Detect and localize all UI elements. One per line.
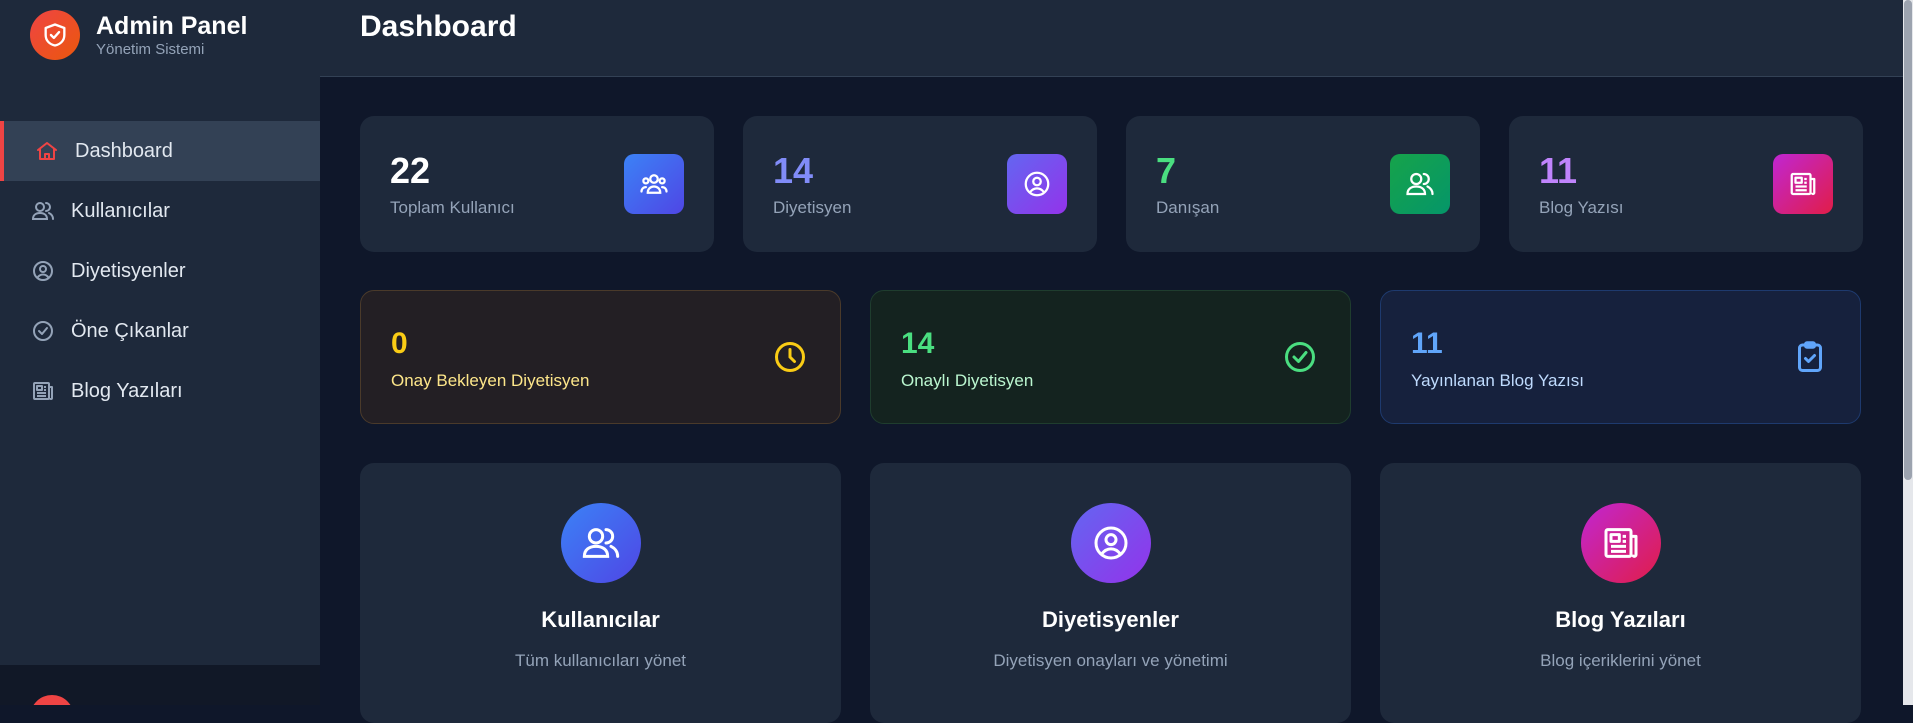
stat-label: Danışan	[1156, 198, 1220, 217]
feature-card-dietitians[interactable]: Diyetisyenler Diyetisyen onayları ve yön…	[870, 463, 1351, 723]
feature-description: Diyetisyen onayları ve yönetimi	[993, 651, 1228, 670]
feature-description: Tüm kullanıcıları yönet	[514, 651, 686, 670]
newspaper-icon	[30, 378, 56, 404]
status-card-published[interactable]: 11 Yayınlanan Blog Yazısı	[1380, 290, 1861, 424]
stat-label: Toplam Kullanıcı	[390, 198, 515, 217]
sidebar-item-label: Blog Yazıları	[71, 379, 183, 402]
avatar[interactable]	[30, 695, 74, 705]
stat-value: 14	[773, 150, 814, 191]
feature-description: Blog içeriklerini yönet	[1540, 651, 1701, 670]
status-label: Onay Bekleyen Diyetisyen	[391, 371, 590, 390]
clock-icon	[770, 337, 810, 377]
status-label: Onaylı Diyetisyen	[901, 371, 1034, 390]
stat-value: 22	[390, 150, 431, 191]
sidebar-item-kullanicilar[interactable]: Kullanıcılar	[0, 181, 320, 241]
sidebar-item-label: Dashboard	[75, 139, 173, 162]
stat-card-clients[interactable]: 7 Danışan	[1126, 116, 1480, 252]
feature-card-blog[interactable]: Blog Yazıları Blog içeriklerini yönet	[1380, 463, 1861, 723]
scrollbar-thumb[interactable]	[1904, 0, 1912, 480]
sidebar-item-label: Diyetisyenler	[71, 259, 186, 282]
newspaper-icon	[1580, 503, 1661, 583]
sidebar-footer	[0, 665, 320, 705]
brand-title: Admin Panel	[96, 12, 248, 40]
user-circle-icon	[1007, 154, 1067, 214]
top-header: Dashboard	[320, 0, 1903, 77]
sidebar-nav: Dashboard Kullanıcılar Diyetisyenler Öne…	[0, 121, 320, 421]
page-title: Dashboard	[360, 10, 517, 43]
status-label: Yayınlanan Blog Yazısı	[1411, 371, 1584, 390]
users-icon	[560, 503, 641, 583]
feature-title: Kullanıcılar	[541, 607, 660, 632]
user-group-icon	[624, 154, 684, 214]
status-value: 14	[901, 327, 935, 360]
clipboard-check-icon	[1790, 337, 1830, 377]
stat-card-total-users[interactable]: 22 Toplam Kullanıcı	[360, 116, 714, 252]
status-card-approved[interactable]: 14 Onaylı Diyetisyen	[870, 290, 1351, 424]
brand: Admin Panel Yönetim Sistemi	[30, 10, 247, 60]
scrollbar[interactable]	[1903, 0, 1913, 705]
sidebar: Admin Panel Yönetim Sistemi Dashboard Ku…	[0, 0, 320, 705]
stat-value: 11	[1539, 150, 1578, 191]
home-icon	[34, 138, 60, 164]
feature-card-users[interactable]: Kullanıcılar Tüm kullanıcıları yönet	[360, 463, 841, 723]
users-icon	[1390, 154, 1450, 214]
user-circle-icon	[30, 258, 56, 284]
users-icon	[30, 198, 56, 224]
status-value: 11	[1411, 327, 1443, 360]
sidebar-item-diyetisyenler[interactable]: Diyetisyenler	[0, 241, 320, 301]
check-circle-icon	[1280, 337, 1320, 377]
sidebar-item-dashboard[interactable]: Dashboard	[0, 121, 320, 181]
status-card-pending[interactable]: 0 Onay Bekleyen Diyetisyen	[360, 290, 841, 424]
stat-value: 7	[1156, 150, 1177, 191]
feature-title: Blog Yazıları	[1555, 607, 1686, 632]
sidebar-item-one-cikanlar[interactable]: Öne Çıkanlar	[0, 301, 320, 361]
sidebar-item-label: Kullanıcılar	[71, 199, 170, 222]
stat-label: Diyetisyen	[773, 198, 852, 217]
newspaper-icon	[1773, 154, 1833, 214]
user-circle-icon	[1070, 503, 1151, 583]
stat-card-blog-posts[interactable]: 11 Blog Yazısı	[1509, 116, 1863, 252]
feature-title: Diyetisyenler	[1042, 607, 1179, 632]
stat-label: Blog Yazısı	[1539, 198, 1624, 217]
stat-card-dietitians[interactable]: 14 Diyetisyen	[743, 116, 1097, 252]
status-value: 0	[391, 327, 408, 360]
shield-icon	[30, 10, 80, 60]
brand-subtitle: Yönetim Sistemi	[96, 41, 205, 58]
check-circle-icon	[30, 318, 56, 344]
sidebar-item-label: Öne Çıkanlar	[71, 319, 189, 342]
sidebar-item-blog-yazilari[interactable]: Blog Yazıları	[0, 361, 320, 421]
